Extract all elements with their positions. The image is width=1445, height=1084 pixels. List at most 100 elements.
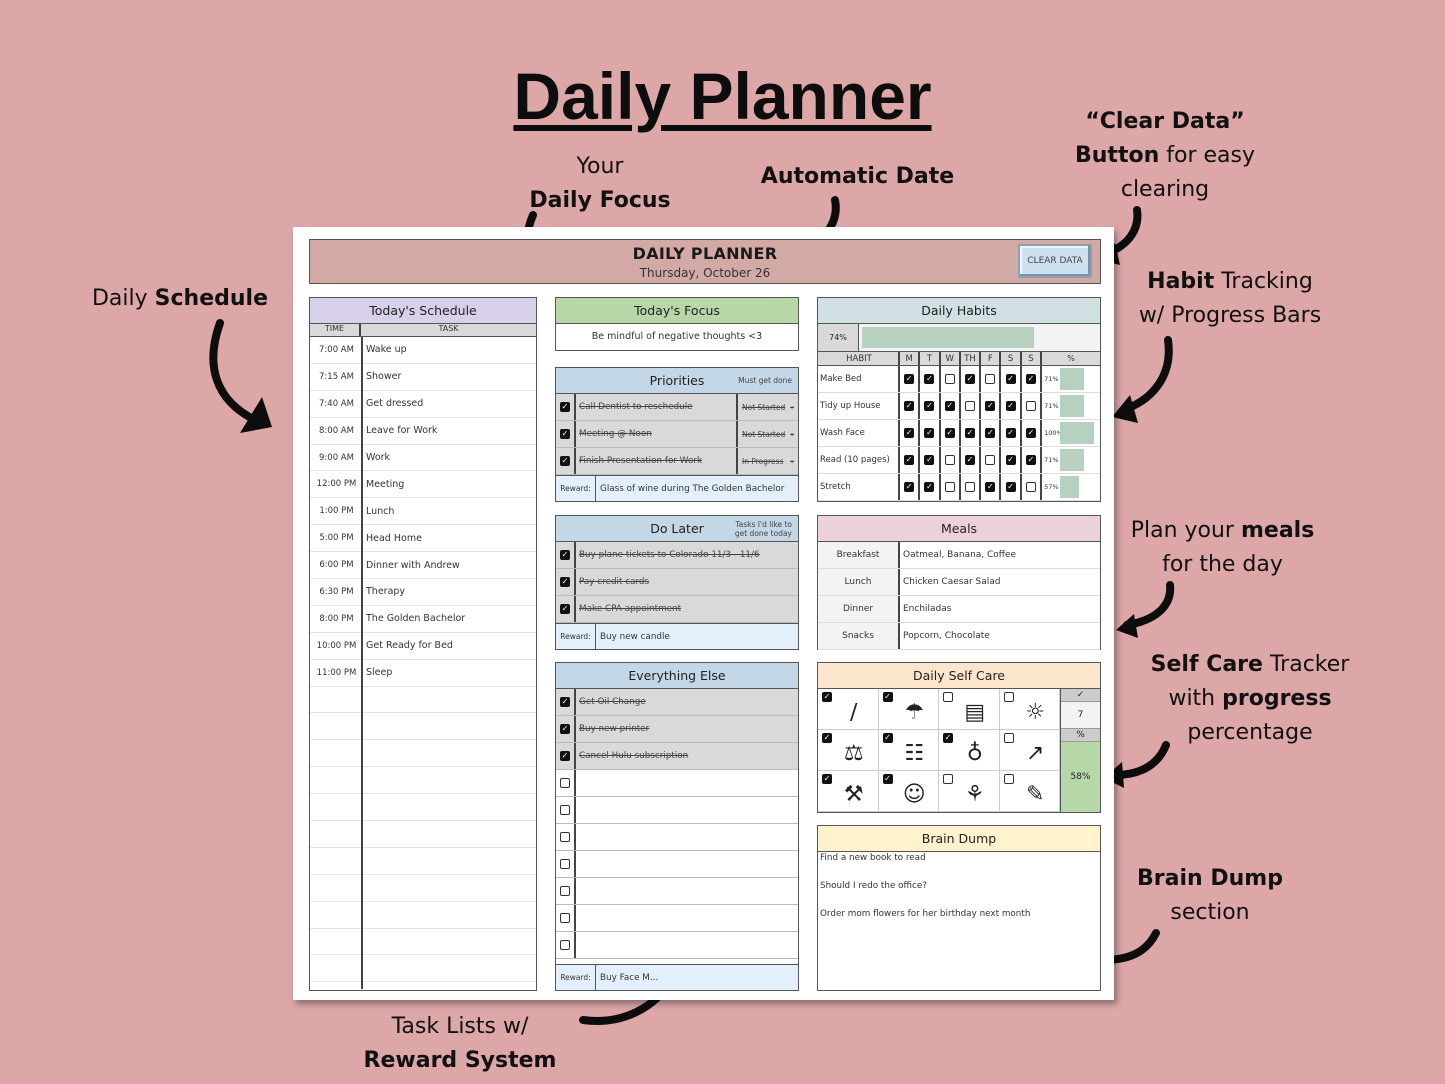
meal-input[interactable]: Oatmeal, Banana, Coffee bbox=[900, 550, 1016, 560]
schedule-task[interactable]: Therapy bbox=[363, 586, 536, 597]
self-care-checkbox[interactable] bbox=[1003, 692, 1014, 702]
task-text[interactable]: Get Oil Change bbox=[576, 697, 798, 707]
habit-checkbox[interactable] bbox=[1025, 401, 1036, 411]
schedule-time[interactable]: 11:00 PM bbox=[310, 668, 363, 678]
schedule-task[interactable]: Head Home bbox=[363, 533, 536, 544]
schedule-time[interactable]: 6:00 PM bbox=[310, 560, 363, 570]
reward-input[interactable]: Glass of wine during The Golden Bachelor bbox=[596, 484, 784, 494]
habit-checkbox[interactable]: ✓ bbox=[985, 401, 996, 411]
habit-checkbox[interactable]: ✓ bbox=[965, 374, 976, 384]
task-checkbox[interactable]: ✓ bbox=[560, 697, 570, 707]
brain-dump-input[interactable]: Find a new book to read Should I redo the… bbox=[818, 852, 1100, 936]
schedule-time[interactable]: 8:00 AM bbox=[310, 426, 363, 436]
habit-checkbox[interactable] bbox=[944, 374, 955, 384]
task-text[interactable]: Finish Presentation for Work bbox=[576, 456, 736, 466]
habit-checkbox[interactable]: ✓ bbox=[1005, 482, 1016, 492]
habit-checkbox[interactable]: ✓ bbox=[924, 455, 935, 465]
self-care-checkbox[interactable]: ✓ bbox=[822, 733, 832, 743]
task-checkbox[interactable]: ✓ bbox=[560, 577, 570, 587]
task-checkbox[interactable]: ✓ bbox=[560, 456, 570, 466]
task-checkbox[interactable] bbox=[560, 859, 570, 869]
habit-checkbox[interactable]: ✓ bbox=[944, 428, 955, 438]
habit-checkbox[interactable]: ✓ bbox=[965, 428, 976, 438]
task-checkbox[interactable] bbox=[560, 778, 570, 788]
task-checkbox[interactable]: ✓ bbox=[560, 724, 570, 734]
status-dropdown[interactable]: Not Started ▾ bbox=[736, 421, 798, 447]
habit-checkbox[interactable]: ✓ bbox=[985, 482, 996, 492]
status-dropdown[interactable]: In Progress ▾ bbox=[736, 448, 798, 474]
habit-checkbox[interactable]: ✓ bbox=[924, 374, 935, 384]
habit-checkbox[interactable]: ✓ bbox=[965, 455, 976, 465]
habit-checkbox[interactable] bbox=[944, 455, 955, 465]
schedule-time[interactable]: 7:00 AM bbox=[310, 345, 363, 355]
self-care-checkbox[interactable]: ✓ bbox=[822, 692, 832, 702]
task-text[interactable]: Cancel Hulu subscription bbox=[576, 751, 798, 761]
habit-checkbox[interactable] bbox=[985, 374, 996, 384]
schedule-task[interactable]: Shower bbox=[363, 371, 536, 382]
habit-checkbox[interactable]: ✓ bbox=[904, 428, 915, 438]
task-text[interactable]: Call Dentist to reschedule bbox=[576, 402, 736, 412]
schedule-task[interactable]: Sleep bbox=[363, 667, 536, 678]
schedule-time[interactable]: 6:30 PM bbox=[310, 587, 363, 597]
habit-checkbox[interactable]: ✓ bbox=[924, 482, 935, 492]
habit-checkbox[interactable]: ✓ bbox=[904, 482, 915, 492]
habit-name[interactable]: Read (10 pages) bbox=[818, 447, 900, 473]
reward-input[interactable]: Buy Face M... bbox=[596, 973, 658, 983]
habit-checkbox[interactable]: ✓ bbox=[904, 401, 915, 411]
task-checkbox[interactable] bbox=[560, 940, 570, 950]
schedule-task[interactable]: Get Ready for Bed bbox=[363, 640, 536, 651]
meal-input[interactable]: Chicken Caesar Salad bbox=[900, 577, 1001, 587]
self-care-checkbox[interactable]: ✓ bbox=[882, 733, 893, 743]
habit-checkbox[interactable]: ✓ bbox=[1025, 428, 1036, 438]
self-care-checkbox[interactable]: ✓ bbox=[882, 692, 893, 702]
self-care-checkbox[interactable]: ✓ bbox=[943, 733, 953, 743]
habit-checkbox[interactable]: ✓ bbox=[985, 428, 996, 438]
schedule-task[interactable]: Get dressed bbox=[363, 398, 536, 409]
habit-checkbox[interactable]: ✓ bbox=[1005, 455, 1016, 465]
task-text[interactable]: Meeting @ Noon bbox=[576, 429, 736, 439]
task-text[interactable]: Make CPA appointment bbox=[576, 604, 798, 614]
task-checkbox[interactable] bbox=[560, 832, 570, 842]
self-care-checkbox[interactable] bbox=[1003, 774, 1014, 784]
habit-checkbox[interactable]: ✓ bbox=[1005, 374, 1016, 384]
task-checkbox[interactable]: ✓ bbox=[560, 402, 570, 412]
habit-name[interactable]: Make Bed bbox=[818, 366, 900, 392]
task-checkbox[interactable]: ✓ bbox=[560, 751, 570, 761]
schedule-time[interactable]: 7:40 AM bbox=[310, 399, 363, 409]
meal-input[interactable]: Enchiladas bbox=[900, 604, 951, 614]
habit-name[interactable]: Tidy up House bbox=[818, 393, 900, 419]
habit-name[interactable]: Wash Face bbox=[818, 420, 900, 446]
task-checkbox[interactable]: ✓ bbox=[560, 550, 570, 560]
schedule-task[interactable]: Leave for Work bbox=[363, 425, 536, 436]
reward-input[interactable]: Buy new candle bbox=[596, 632, 670, 642]
clear-data-button[interactable]: CLEAR DATA bbox=[1018, 244, 1092, 278]
schedule-task[interactable]: Work bbox=[363, 452, 536, 463]
habit-checkbox[interactable]: ✓ bbox=[924, 428, 935, 438]
task-checkbox[interactable] bbox=[560, 805, 570, 815]
habit-checkbox[interactable]: ✓ bbox=[1025, 374, 1036, 384]
schedule-time[interactable]: 9:00 AM bbox=[310, 453, 363, 463]
self-care-checkbox[interactable] bbox=[943, 774, 953, 784]
self-care-checkbox[interactable]: ✓ bbox=[882, 774, 893, 784]
habit-checkbox[interactable] bbox=[1025, 482, 1036, 492]
habit-checkbox[interactable]: ✓ bbox=[1005, 428, 1016, 438]
task-checkbox[interactable] bbox=[560, 913, 570, 923]
habit-checkbox[interactable]: ✓ bbox=[1005, 401, 1016, 411]
task-checkbox[interactable] bbox=[560, 886, 570, 896]
habit-checkbox[interactable] bbox=[965, 482, 976, 492]
schedule-task[interactable]: Lunch bbox=[363, 506, 536, 517]
task-checkbox[interactable]: ✓ bbox=[560, 429, 570, 439]
status-dropdown[interactable]: Not Started ▾ bbox=[736, 394, 798, 420]
habit-checkbox[interactable]: ✓ bbox=[904, 374, 915, 384]
schedule-time[interactable]: 10:00 PM bbox=[310, 641, 363, 651]
habit-checkbox[interactable]: ✓ bbox=[1025, 455, 1036, 465]
task-checkbox[interactable]: ✓ bbox=[560, 604, 570, 614]
schedule-time[interactable]: 5:00 PM bbox=[310, 533, 363, 543]
self-care-checkbox[interactable]: ✓ bbox=[822, 774, 832, 784]
meal-input[interactable]: Popcorn, Chocolate bbox=[900, 631, 990, 641]
habit-checkbox[interactable] bbox=[985, 455, 996, 465]
habit-checkbox[interactable]: ✓ bbox=[904, 455, 915, 465]
schedule-task[interactable]: Wake up bbox=[363, 344, 536, 355]
habit-checkbox[interactable] bbox=[944, 482, 955, 492]
task-text[interactable]: Pay credit cards bbox=[576, 577, 798, 587]
